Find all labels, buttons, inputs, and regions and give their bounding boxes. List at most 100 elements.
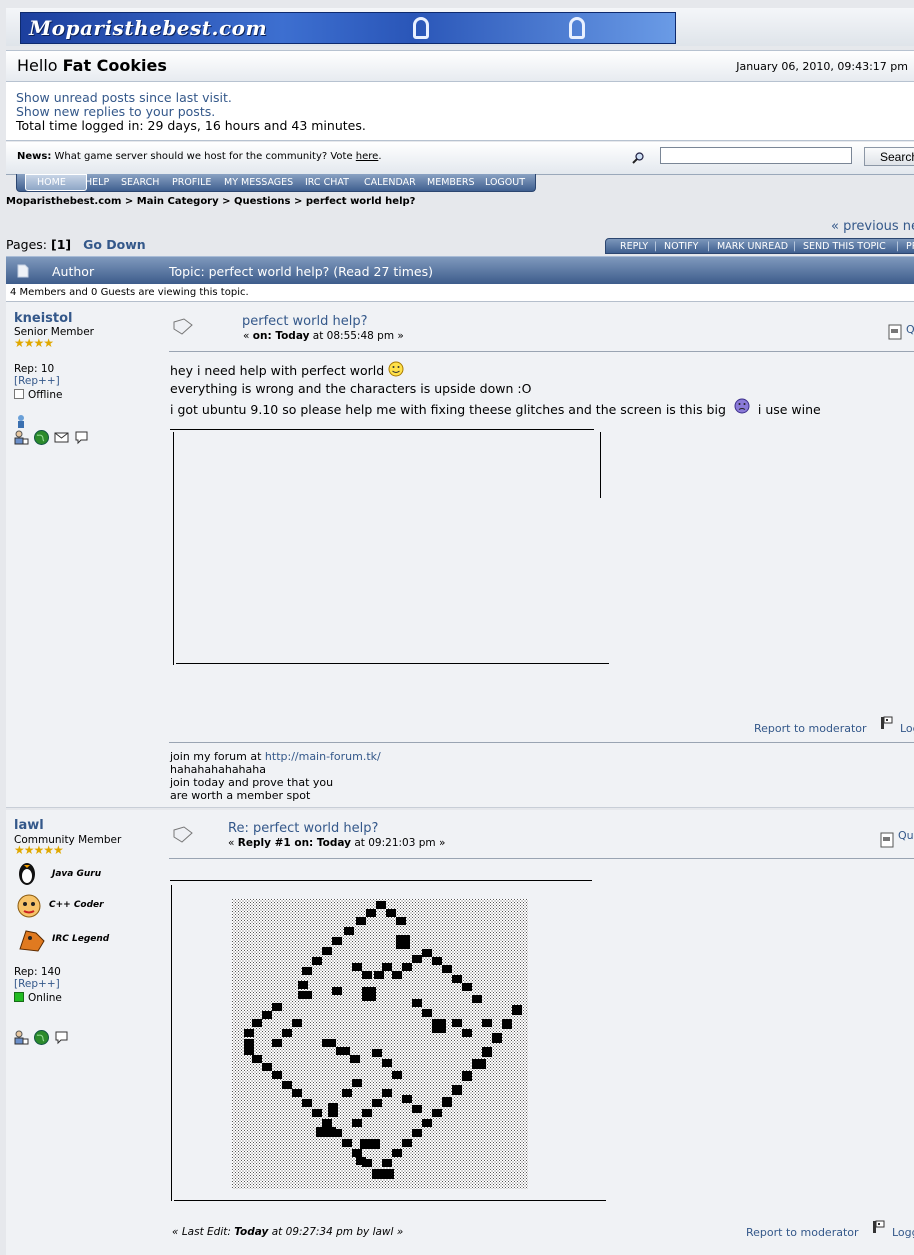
website-globe-icon[interactable]: [34, 1030, 49, 1045]
meta-prefix: «: [228, 837, 235, 849]
news-end: .: [378, 151, 382, 162]
badge-label: Java Guru: [52, 869, 102, 879]
main-menu: HOME HELP SEARCH PROFILE MY MESSAGES IRC…: [16, 174, 536, 192]
post-1: kneistol Senior Member ★★★★ Rep: 10 [Rep…: [6, 302, 914, 808]
button-separator: |: [793, 241, 797, 252]
website-globe-icon[interactable]: [34, 430, 49, 445]
quote-icon[interactable]: [888, 324, 902, 340]
menu-logout[interactable]: LOGOUT: [485, 177, 525, 188]
poster-username[interactable]: lawl: [14, 818, 44, 833]
post-xx-icon: [173, 826, 193, 843]
online-icon: [14, 992, 24, 1002]
previous-next-links[interactable]: « previous next »: [831, 219, 914, 234]
unread-posts-link[interactable]: Show unread posts since last visit.: [16, 90, 232, 105]
post-time: at 08:55:48 pm: [312, 330, 395, 342]
rep-plus-link[interactable]: [Rep++]: [14, 375, 60, 387]
last-edit-prefix: « Last Edit:: [172, 1226, 231, 1238]
report-to-moderator-link[interactable]: Report to moderator: [746, 1226, 859, 1239]
topic-buttons: REPLY | NOTIFY | MARK UNREAD | SEND THIS…: [605, 238, 914, 254]
signature-link[interactable]: http://main-forum.tk/: [265, 750, 381, 763]
rank-stars: ★★★★: [14, 336, 54, 350]
smiley-icon: [388, 361, 404, 377]
irc-legend-badge-icon: [19, 930, 45, 952]
reply-button[interactable]: REPLY: [620, 241, 648, 252]
post-divider: [169, 858, 914, 859]
menu-profile[interactable]: PROFILE: [172, 177, 211, 188]
body-line: i got ubuntu 9.10 so please help me with…: [170, 402, 726, 417]
menu-calendar[interactable]: CALENDAR: [364, 177, 416, 188]
viewing-text: 4 Members and 0 Guests are viewing this …: [10, 287, 249, 298]
personal-message-icon[interactable]: [54, 1030, 69, 1045]
status-text: Online: [28, 992, 62, 1004]
email-icon[interactable]: [54, 430, 69, 445]
meta-suffix: »: [438, 837, 446, 849]
heart-pixel-art-image: [232, 899, 528, 1189]
offline-icon: [14, 389, 24, 399]
profile-icon[interactable]: [14, 430, 29, 445]
breadcrumb: Moparisthebest.com > Main Category > Que…: [6, 196, 415, 207]
post-divider: [169, 351, 914, 352]
site-logo[interactable]: Moparisthebest.com: [20, 12, 676, 44]
search-button[interactable]: Search: [864, 147, 914, 166]
mark-unread-button[interactable]: MARK UNREAD: [717, 241, 788, 252]
post-subject[interactable]: perfect world help?: [242, 314, 367, 329]
rep-plus-link[interactable]: [Rep++]: [14, 978, 60, 990]
report-to-moderator-link[interactable]: Report to moderator: [754, 722, 867, 735]
personal-message-icon[interactable]: [74, 430, 89, 445]
breadcrumb-category[interactable]: Main Category: [137, 196, 219, 207]
last-edit: « Last Edit: Today at 09:27:34 pm by law…: [172, 1226, 403, 1238]
last-edit-rest: at 09:27:34 pm by lawl: [271, 1226, 394, 1238]
button-separator: |: [896, 241, 900, 252]
search-icon[interactable]: [632, 152, 644, 164]
breadcrumb-home[interactable]: Moparisthebest.com: [6, 196, 121, 207]
badge-label: IRC Legend: [52, 934, 110, 944]
last-edit-suffix: »: [396, 1226, 404, 1238]
topic-table-header: Author Topic: perfect world help? (Read …: [6, 256, 914, 284]
menu-my-messages[interactable]: MY MESSAGES: [224, 177, 293, 188]
greeting-text: Hello: [17, 56, 58, 75]
signature: join my forum at http://main-forum.tk/ h…: [170, 750, 381, 802]
menu-irc-chat[interactable]: IRC CHAT: [305, 177, 349, 188]
ip-logged-icon: [873, 1220, 885, 1233]
menu-search[interactable]: SEARCH: [121, 177, 159, 188]
search-input[interactable]: [660, 147, 852, 164]
news-label: News:: [17, 151, 52, 162]
breadcrumb-separator: >: [222, 196, 231, 207]
sig-text: join my forum at: [170, 750, 262, 763]
quote-icon[interactable]: [880, 832, 894, 848]
post-subject[interactable]: Re: perfect world help?: [228, 821, 378, 836]
menu-help[interactable]: HELP: [85, 177, 109, 188]
topic-header: Topic: perfect world help? (Read 27 time…: [169, 264, 434, 279]
button-separator: |: [707, 241, 711, 252]
post-meta: « on: Today at 08:55:48 pm »: [243, 330, 404, 342]
breadcrumb-board[interactable]: Questions: [234, 196, 291, 207]
quote-button[interactable]: Quote: [898, 829, 914, 842]
button-separator: |: [654, 241, 658, 252]
current-page: [1]: [50, 237, 72, 252]
java-guru-badge-icon: [19, 863, 35, 885]
breadcrumb-topic[interactable]: perfect world help?: [306, 196, 416, 207]
send-topic-button[interactable]: SEND THIS TOPIC: [803, 241, 886, 252]
meta-on: Reply #1 on: Today: [237, 837, 352, 849]
logo-emblem-icon: [413, 17, 429, 39]
last-edit-when: Today: [234, 1226, 269, 1238]
poster-username[interactable]: kneistol: [14, 311, 73, 326]
meta-on: on: Today: [252, 330, 310, 342]
menu-members[interactable]: MEMBERS: [427, 177, 475, 188]
news-link[interactable]: here: [356, 151, 379, 162]
sig-text: hahahahahahaha: [170, 763, 266, 776]
post-body: hey i need help with perfect world every…: [170, 361, 821, 419]
body-line: i use wine: [757, 402, 821, 417]
meta-suffix: »: [397, 330, 404, 342]
new-replies-link[interactable]: Show new replies to your posts.: [16, 104, 215, 119]
go-down-link[interactable]: Go Down: [83, 237, 146, 252]
viewing-info: 4 Members and 0 Guests are viewing this …: [6, 284, 914, 302]
quote-button[interactable]: Quote: [906, 323, 914, 336]
signature-divider: [169, 742, 914, 743]
menu-home[interactable]: HOME: [37, 177, 66, 188]
post-xx-icon: [173, 318, 193, 335]
print-button[interactable]: PRINT: [906, 241, 914, 252]
notify-button[interactable]: NOTIFY: [664, 241, 698, 252]
user-info-box: Show unread posts since last visit. Show…: [6, 82, 914, 141]
profile-icon[interactable]: [14, 1030, 29, 1045]
